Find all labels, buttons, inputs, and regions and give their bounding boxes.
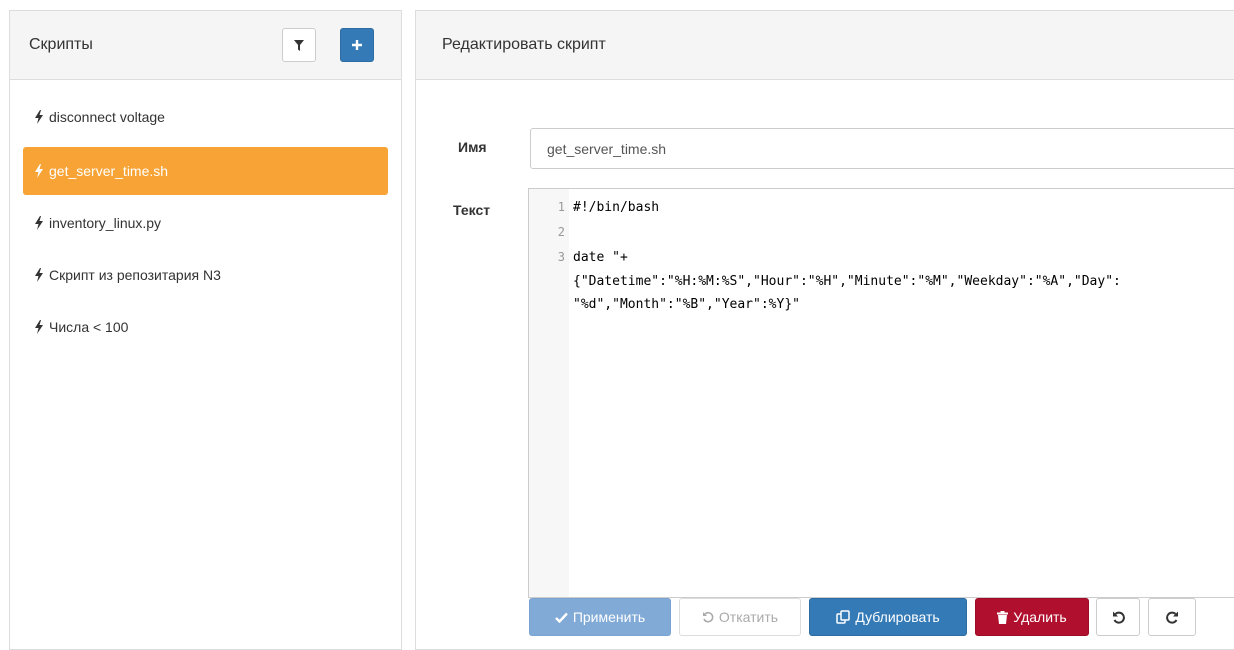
check-icon [554, 612, 568, 623]
script-item-label: inventory_linux.py [49, 215, 162, 231]
name-label: Имя [458, 139, 487, 155]
scripts-panel-title: Скрипты [29, 36, 93, 53]
bolt-icon [35, 110, 43, 124]
edit-panel-title: Редактировать скрипт [442, 36, 606, 53]
copy-icon [836, 610, 851, 624]
apply-button[interactable]: Применить [529, 598, 671, 636]
code-line: "%d","Month":"%B","Year":%Y}" [573, 297, 800, 312]
bolt-icon [35, 320, 43, 334]
apply-label: Применить [572, 609, 646, 625]
redo-button[interactable] [1148, 598, 1196, 636]
duplicate-label: Дублировать [855, 609, 940, 625]
script-item-label: Скрипт из репозитария N3 [49, 267, 221, 283]
filter-button[interactable] [282, 28, 316, 62]
script-item-label: disconnect voltage [49, 109, 165, 125]
revert-button[interactable]: Откатить [679, 598, 801, 636]
edit-panel-header: Редактировать скрипт [416, 11, 1234, 80]
undo-button[interactable] [1096, 598, 1140, 636]
scripts-panel-header: Скрипты [10, 11, 401, 80]
script-item-get-server-time[interactable]: get_server_time.sh [23, 147, 388, 195]
delete-button[interactable]: Удалить [975, 598, 1089, 636]
code-line: {"Datetime":"%H:%M:%S","Hour":"%H","Minu… [573, 274, 1121, 289]
bolt-icon [35, 216, 43, 230]
filter-icon [294, 39, 304, 51]
undo-icon [1112, 611, 1125, 624]
plus-icon [352, 40, 362, 50]
text-label: Текст [453, 202, 491, 218]
line-number: 3 [557, 250, 565, 264]
edit-script-panel: Редактировать скрипт Имя Текст 1 #!/bin/… [415, 10, 1234, 650]
script-item-numbers[interactable]: Числа < 100 [23, 303, 388, 351]
add-script-button[interactable] [340, 28, 374, 62]
duplicate-button[interactable]: Дублировать [809, 598, 967, 636]
trash-icon [997, 610, 1009, 624]
script-item-label: get_server_time.sh [49, 163, 169, 179]
revert-icon [702, 611, 714, 623]
script-item-repo-n3[interactable]: Скрипт из репозитария N3 [23, 251, 388, 299]
name-input[interactable] [530, 128, 1234, 169]
code-line: #!/bin/bash [573, 200, 660, 215]
script-item-label: Числа < 100 [49, 319, 129, 335]
code-editor[interactable]: 1 #!/bin/bash 2 3 date "+ {"Datetime":"%… [528, 188, 1234, 598]
bolt-icon [35, 164, 43, 178]
delete-label: Удалить [1013, 609, 1067, 625]
line-number: 1 [557, 200, 565, 214]
bolt-icon [35, 268, 43, 282]
scripts-panel: Скрипты disconnect voltage get_server_ti… [9, 10, 402, 650]
redo-icon [1165, 611, 1178, 624]
line-number: 2 [557, 225, 565, 239]
revert-label: Откатить [718, 609, 779, 625]
script-item-disconnect-voltage[interactable]: disconnect voltage [23, 93, 388, 141]
script-item-inventory-linux[interactable]: inventory_linux.py [23, 199, 388, 247]
code-line: date "+ [573, 250, 628, 265]
